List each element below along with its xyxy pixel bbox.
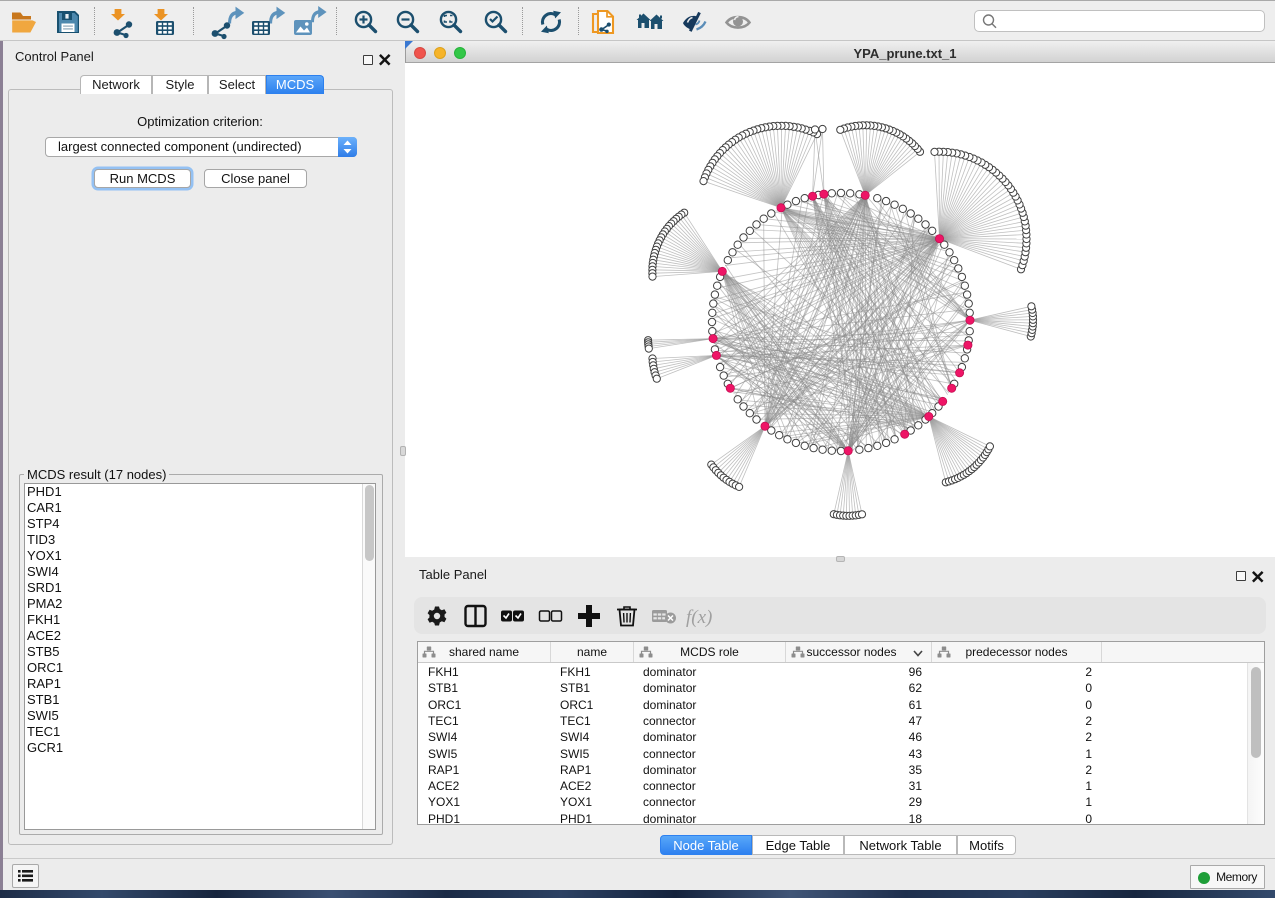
svg-text:f(x): f(x) [686,607,712,628]
